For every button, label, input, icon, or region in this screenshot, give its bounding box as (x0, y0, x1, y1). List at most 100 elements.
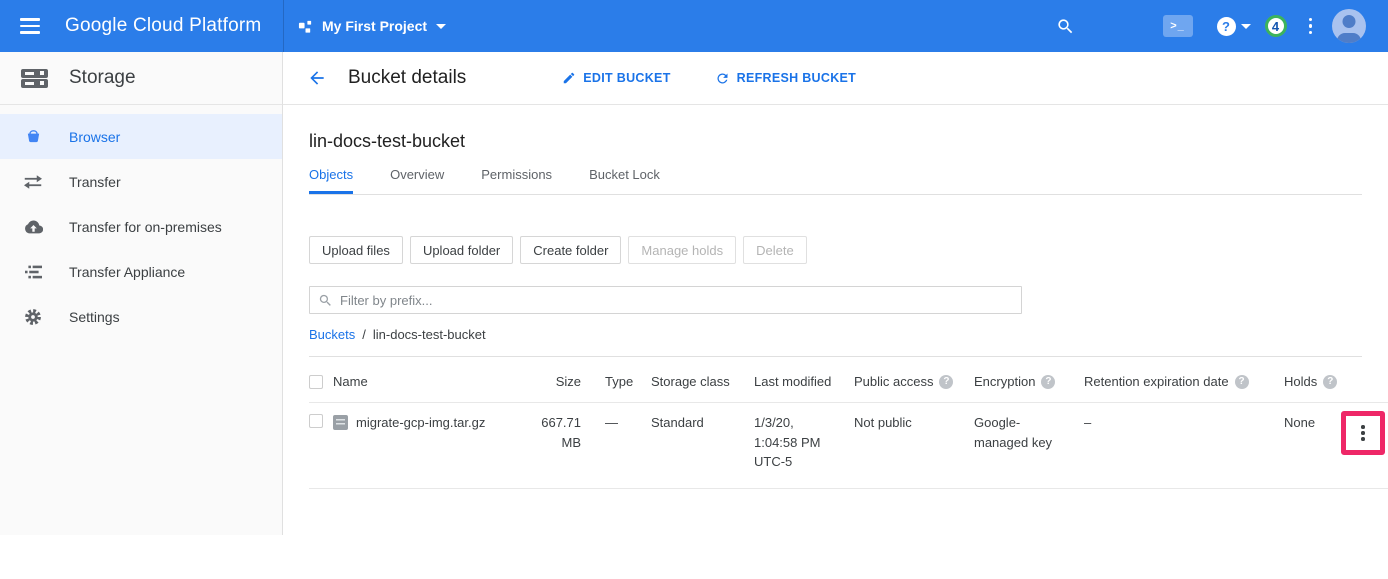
menu-hamburger-icon[interactable] (20, 18, 40, 34)
cell-type: — (581, 413, 651, 433)
cloud-upload-icon (23, 220, 43, 234)
help-menu[interactable]: ? (1217, 17, 1251, 36)
cell-storage-class: Standard (651, 413, 754, 433)
bucket-details-content: lin-docs-test-bucket Objects Overview Pe… (283, 105, 1388, 535)
column-header-last-modified: Last modified (754, 374, 854, 389)
refresh-icon (715, 71, 730, 86)
help-icon[interactable]: ? (939, 375, 953, 389)
sidebar-item-label: Settings (69, 309, 120, 325)
column-header-label: Retention expiration date (1084, 374, 1229, 389)
help-icon[interactable]: ? (1323, 375, 1337, 389)
cloud-shell-icon[interactable]: >_ (1163, 15, 1193, 37)
search-icon (318, 293, 333, 308)
refresh-bucket-button[interactable]: REFRESH BUCKET (715, 71, 856, 86)
sidebar-item-label: Browser (69, 129, 120, 145)
back-arrow-icon[interactable] (307, 68, 327, 88)
row-actions-menu-icon[interactable] (1361, 425, 1365, 441)
project-icon (298, 19, 313, 34)
object-name-link[interactable]: migrate-gcp-img.tar.gz (356, 413, 485, 433)
bucket-tabs: Objects Overview Permissions Bucket Lock (309, 167, 1388, 194)
bucket-name-title: lin-docs-test-bucket (309, 131, 1388, 152)
help-icon[interactable]: ? (1235, 375, 1249, 389)
column-header-public-access: Public access ? (854, 374, 974, 389)
column-header-retention: Retention expiration date ? (1084, 374, 1284, 389)
chevron-down-icon (1241, 24, 1251, 29)
breadcrumb-separator: / (362, 327, 366, 342)
column-header-label: Encryption (974, 374, 1035, 389)
storage-product-icon (21, 68, 48, 89)
breadcrumb-current: lin-docs-test-bucket (373, 327, 486, 342)
create-folder-button[interactable]: Create folder (520, 236, 621, 264)
filter-input[interactable] (340, 293, 1013, 308)
help-icon: ? (1217, 17, 1236, 36)
search-icon[interactable] (1056, 17, 1075, 36)
edit-bucket-label: EDIT BUCKET (583, 71, 670, 85)
project-switcher[interactable]: My First Project (298, 18, 446, 34)
chevron-down-icon (436, 24, 446, 29)
top-navigation-bar: Google Cloud Platform My First Project >… (0, 0, 1388, 52)
page-title: Bucket details (348, 67, 466, 89)
product-title: Storage (69, 67, 136, 89)
tab-overview[interactable]: Overview (390, 167, 444, 194)
sidebar-item-transfer-appliance[interactable]: Transfer Appliance (0, 249, 282, 294)
column-header-storage-class: Storage class (651, 374, 754, 389)
objects-table: Name Size Type Storage class Last modifi… (309, 356, 1388, 489)
transfer-arrows-icon (23, 175, 43, 189)
bucket-details-header: Bucket details EDIT BUCKET REFRESH BUCKE… (283, 52, 1388, 105)
product-header: Storage (0, 52, 283, 105)
topbar-brand-area: Google Cloud Platform (0, 0, 284, 52)
filter-by-prefix-field[interactable] (309, 286, 1022, 314)
tab-bucket-lock[interactable]: Bucket Lock (589, 167, 660, 194)
tabs-divider (309, 194, 1362, 195)
edit-bucket-button[interactable]: EDIT BUCKET (562, 71, 670, 85)
cell-encryption: Google-managed key (974, 413, 1084, 452)
cell-public-access: Not public (854, 413, 974, 433)
delete-button: Delete (743, 236, 807, 264)
sidebar-item-transfer[interactable]: Transfer (0, 159, 282, 204)
bucket-icon (23, 128, 43, 145)
column-header-type: Type (581, 374, 651, 389)
project-name: My First Project (322, 18, 427, 34)
help-icon[interactable]: ? (1041, 375, 1055, 389)
objects-toolbar: Upload files Upload folder Create folder… (309, 236, 1388, 264)
column-header-label: Public access (854, 374, 933, 389)
cell-retention: – (1084, 413, 1284, 433)
cell-size: 667.71 MB (533, 413, 581, 452)
pencil-icon (562, 71, 576, 85)
column-header-label: Holds (1284, 374, 1317, 389)
tab-objects[interactable]: Objects (309, 167, 353, 194)
topbar-actions: >_ ? 4 (1056, 9, 1388, 43)
file-icon (333, 415, 348, 430)
sidebar: Browser Transfer Transfer for on-premise… (0, 105, 283, 535)
column-header-size: Size (533, 374, 581, 389)
column-header-encryption: Encryption ? (974, 374, 1084, 389)
gear-icon (23, 308, 43, 326)
cell-holds: None (1284, 413, 1339, 433)
cell-last-modified: 1/3/20, 1:04:58 PM UTC-5 (754, 413, 854, 472)
sidebar-item-label: Transfer Appliance (69, 264, 185, 280)
table-row: migrate-gcp-img.tar.gz 667.71 MB — Stand… (309, 403, 1388, 489)
sidebar-item-settings[interactable]: Settings (0, 294, 282, 339)
page-header-row: Storage Bucket details EDIT BUCKET REFRE… (0, 52, 1388, 105)
notifications-badge[interactable]: 4 (1265, 15, 1287, 37)
avatar[interactable] (1332, 9, 1366, 43)
manage-holds-button: Manage holds (628, 236, 736, 264)
sidebar-item-transfer-on-premises[interactable]: Transfer for on-premises (0, 204, 282, 249)
tab-permissions[interactable]: Permissions (481, 167, 552, 194)
upload-folder-button[interactable]: Upload folder (410, 236, 513, 264)
appliance-list-icon (23, 265, 43, 279)
breadcrumb: Buckets / lin-docs-test-bucket (309, 327, 1388, 342)
refresh-bucket-label: REFRESH BUCKET (737, 71, 856, 85)
gcp-logo[interactable]: Google Cloud Platform (65, 15, 261, 37)
upload-files-button[interactable]: Upload files (309, 236, 403, 264)
more-options-icon[interactable] (1309, 18, 1313, 35)
table-header-row: Name Size Type Storage class Last modifi… (309, 357, 1388, 403)
column-header-name: Name (333, 374, 533, 389)
sidebar-item-label: Transfer (69, 174, 121, 190)
select-all-checkbox[interactable] (309, 375, 323, 389)
sidebar-item-browser[interactable]: Browser (0, 114, 282, 159)
row-checkbox[interactable] (309, 414, 323, 428)
column-header-holds: Holds ? (1284, 374, 1339, 389)
sidebar-item-label: Transfer for on-premises (69, 219, 222, 235)
breadcrumb-buckets-link[interactable]: Buckets (309, 327, 355, 342)
